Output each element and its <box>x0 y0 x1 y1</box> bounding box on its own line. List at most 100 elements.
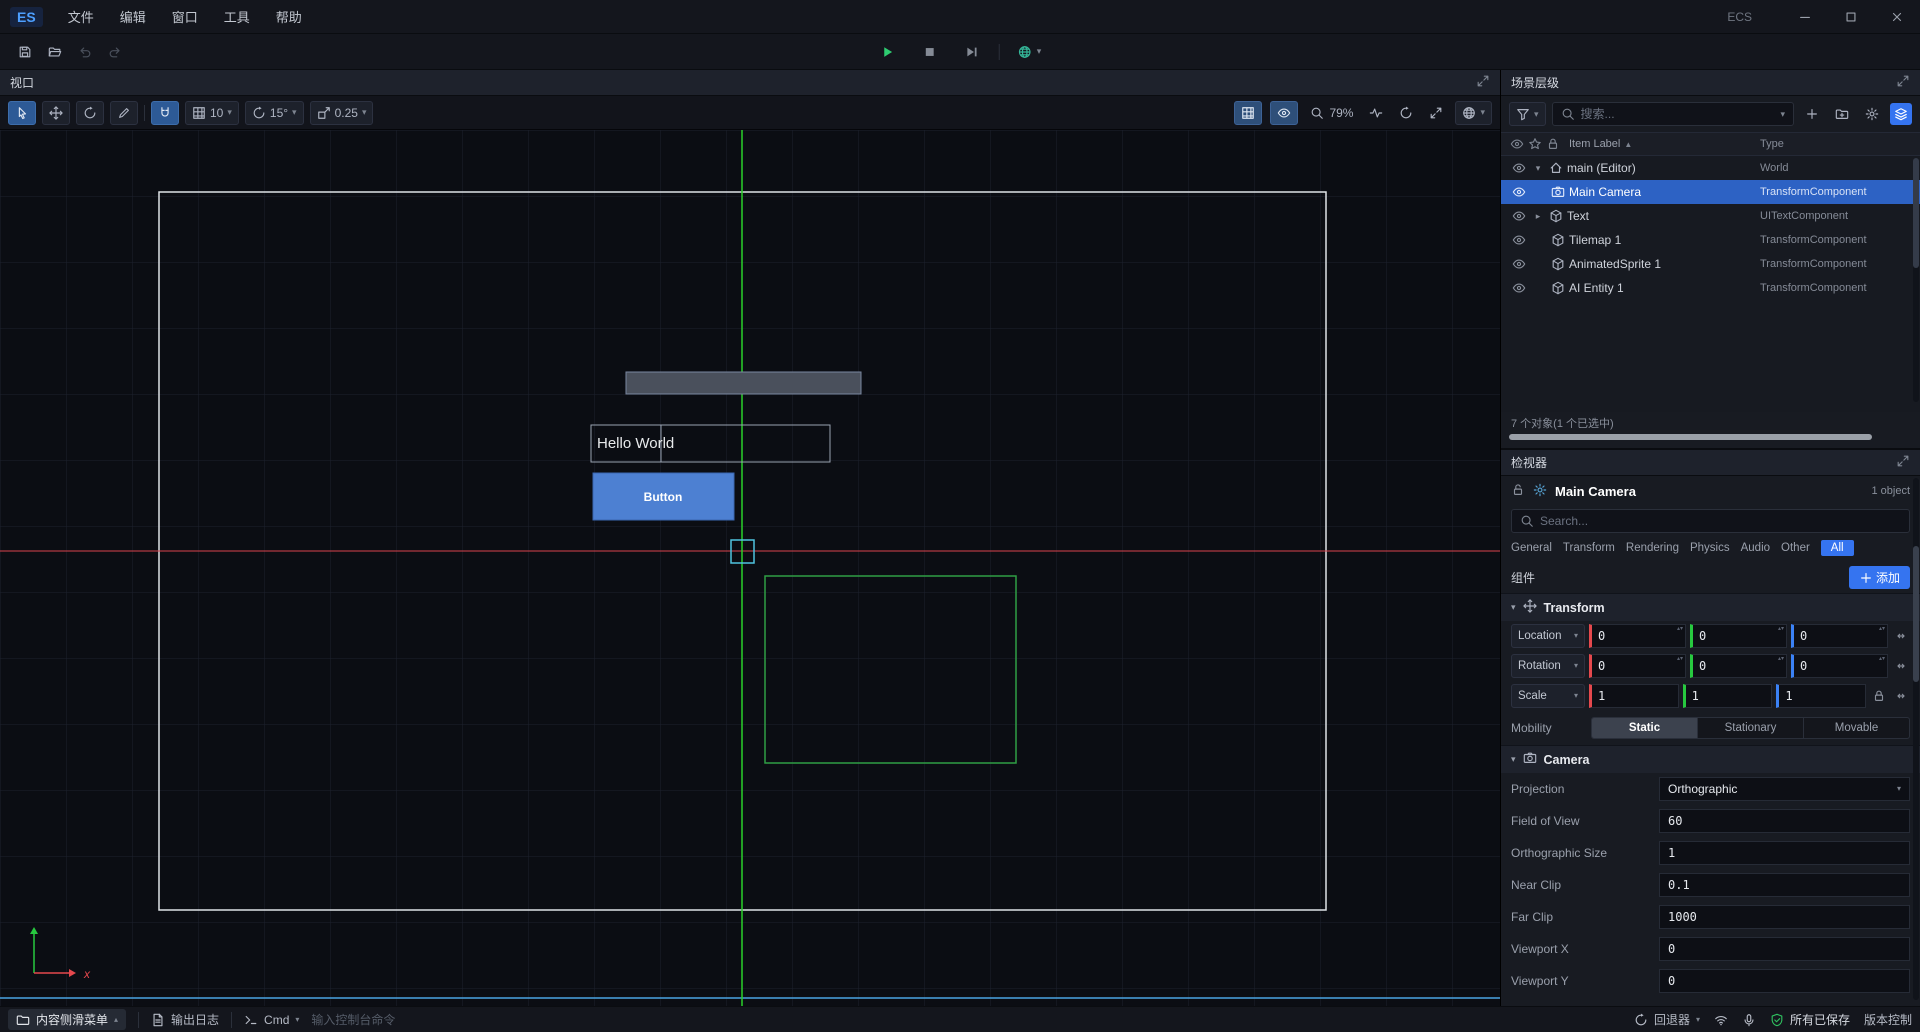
maximize-button[interactable] <box>1828 0 1874 33</box>
tab-all[interactable]: All <box>1821 540 1854 556</box>
menu-edit[interactable]: 编辑 <box>107 0 159 33</box>
scrollbar-thumb[interactable] <box>1913 158 1919 268</box>
menu-window[interactable]: 窗口 <box>159 0 211 33</box>
mobility-static[interactable]: Static <box>1592 718 1698 738</box>
world-mode-dropdown[interactable]: ▾ <box>1012 42 1048 62</box>
hierarchy-view-toggle[interactable] <box>1890 103 1912 125</box>
spinner-icon[interactable]: ▴▾ <box>1879 627 1885 632</box>
spinner-icon[interactable]: ▴▾ <box>1778 657 1784 662</box>
gizmo-visibility-toggle[interactable] <box>1270 101 1298 125</box>
output-log-button[interactable]: 输出日志 <box>151 1011 219 1028</box>
play-button[interactable] <box>873 39 903 65</box>
scale-x-input[interactable] <box>1589 684 1679 708</box>
stats-button[interactable] <box>1365 101 1387 125</box>
camera-section-header[interactable]: ▾ Camera <box>1501 745 1920 773</box>
tab-transform[interactable]: Transform <box>1563 542 1615 554</box>
rotation-y-input[interactable] <box>1690 654 1787 678</box>
hierarchy-row-main[interactable]: ▾ main (Editor) World <box>1501 156 1920 180</box>
vertical-scrollbar[interactable] <box>1913 478 1919 1000</box>
tab-audio[interactable]: Audio <box>1741 542 1770 554</box>
transform-section-header[interactable]: ▾ Transform <box>1501 593 1920 621</box>
network-status-icon[interactable] <box>1714 1013 1728 1027</box>
mobility-movable[interactable]: Movable <box>1804 718 1909 738</box>
spinner-icon[interactable]: ▴▾ <box>1677 657 1683 662</box>
scale-dropdown[interactable]: Scale▾ <box>1511 684 1585 708</box>
stop-button[interactable] <box>915 39 945 65</box>
link-axes-icon[interactable] <box>1892 659 1910 673</box>
undo-button[interactable] <box>70 39 100 65</box>
redo-button[interactable] <box>100 39 130 65</box>
rollback-dropdown[interactable]: 回退器 ▾ <box>1634 1011 1700 1028</box>
hierarchy-row-tilemap[interactable]: Tilemap 1 TransformComponent <box>1501 228 1920 252</box>
grid-visibility-toggle[interactable] <box>1234 101 1262 125</box>
scale-y-input[interactable] <box>1683 684 1773 708</box>
move-tool-button[interactable] <box>42 101 70 125</box>
spinner-icon[interactable]: ▴▾ <box>1879 657 1885 662</box>
chevron-down-icon[interactable]: ▾ <box>1531 163 1545 174</box>
field-of-view-input[interactable] <box>1659 809 1910 833</box>
zoom-indicator[interactable]: 79% <box>1306 101 1357 125</box>
snap-toggle-button[interactable] <box>151 101 179 125</box>
open-folder-button[interactable] <box>40 39 70 65</box>
tab-rendering[interactable]: Rendering <box>1626 542 1679 554</box>
projection-select[interactable]: Orthographic▾ <box>1659 777 1910 801</box>
cmd-dropdown[interactable]: Cmd ▾ <box>244 1013 299 1027</box>
inspector-search-input[interactable] <box>1540 514 1901 528</box>
rotation-x-input[interactable] <box>1589 654 1686 678</box>
rotate-tool-button[interactable] <box>76 101 104 125</box>
eye-icon[interactable] <box>1509 257 1529 271</box>
hierarchy-row-animatedsprite[interactable]: AnimatedSprite 1 TransformComponent <box>1501 252 1920 276</box>
mobility-stationary[interactable]: Stationary <box>1698 718 1804 738</box>
save-status[interactable]: 所有已保存 <box>1770 1011 1850 1028</box>
unlock-icon[interactable] <box>1511 483 1525 500</box>
inspector-search[interactable] <box>1511 509 1910 533</box>
add-component-button[interactable]: 添加 <box>1849 566 1910 589</box>
menu-tools[interactable]: 工具 <box>211 0 263 33</box>
location-x-input[interactable] <box>1589 624 1686 648</box>
link-axes-icon[interactable] <box>1892 629 1910 643</box>
tab-other[interactable]: Other <box>1781 542 1810 554</box>
viewport-y-input[interactable] <box>1659 969 1910 993</box>
far-clip-input[interactable] <box>1659 905 1910 929</box>
tab-physics[interactable]: Physics <box>1690 542 1730 554</box>
grid-snap-dropdown[interactable]: 10 ▾ <box>185 101 239 125</box>
select-tool-button[interactable] <box>8 101 36 125</box>
rotation-z-input[interactable] <box>1791 654 1888 678</box>
viewport-canvas[interactable]: Hello World Button x <box>0 130 1500 1006</box>
scrollbar-thumb[interactable] <box>1509 434 1872 440</box>
lock-column-icon[interactable] <box>1545 137 1561 151</box>
hierarchy-search-input[interactable] <box>1581 107 1775 121</box>
hierarchy-settings-button[interactable] <box>1860 102 1884 126</box>
expand-panel-icon[interactable] <box>1896 74 1910 91</box>
link-axes-icon[interactable] <box>1892 689 1910 703</box>
new-folder-button[interactable] <box>1830 102 1854 126</box>
expand-panel-icon[interactable] <box>1476 74 1490 91</box>
reset-view-button[interactable] <box>1395 101 1417 125</box>
spinner-icon[interactable]: ▴▾ <box>1778 627 1784 632</box>
orthographic-size-input[interactable] <box>1659 841 1910 865</box>
location-z-input[interactable] <box>1791 624 1888 648</box>
chevron-right-icon[interactable]: ▸ <box>1531 211 1545 222</box>
save-button[interactable] <box>10 39 40 65</box>
fullscreen-button[interactable] <box>1425 101 1447 125</box>
close-button[interactable] <box>1874 0 1920 33</box>
eye-icon[interactable] <box>1509 161 1529 175</box>
type-column[interactable]: Type <box>1760 138 1912 150</box>
minimize-button[interactable] <box>1782 0 1828 33</box>
near-clip-input[interactable] <box>1659 873 1910 897</box>
scale-z-input[interactable] <box>1776 684 1866 708</box>
add-entity-button[interactable] <box>1800 102 1824 126</box>
eye-icon[interactable] <box>1509 209 1529 223</box>
menu-help[interactable]: 帮助 <box>263 0 315 33</box>
scrollbar-thumb[interactable] <box>1913 546 1919 682</box>
view-mode-dropdown[interactable]: ▾ <box>1455 101 1492 125</box>
star-column-icon[interactable] <box>1527 137 1543 151</box>
spinner-icon[interactable]: ▴▾ <box>1677 627 1683 632</box>
vertical-scrollbar[interactable] <box>1913 158 1919 402</box>
tab-general[interactable]: General <box>1511 542 1552 554</box>
button-entity[interactable]: Button <box>593 473 734 520</box>
content-drawer-button[interactable]: 内容侧滑菜单 ▴ <box>8 1009 126 1030</box>
hierarchy-row-ai-entity[interactable]: AI Entity 1 TransformComponent <box>1501 276 1920 300</box>
eye-column-icon[interactable] <box>1509 137 1525 151</box>
rotation-snap-dropdown[interactable]: 15° ▾ <box>245 101 304 125</box>
